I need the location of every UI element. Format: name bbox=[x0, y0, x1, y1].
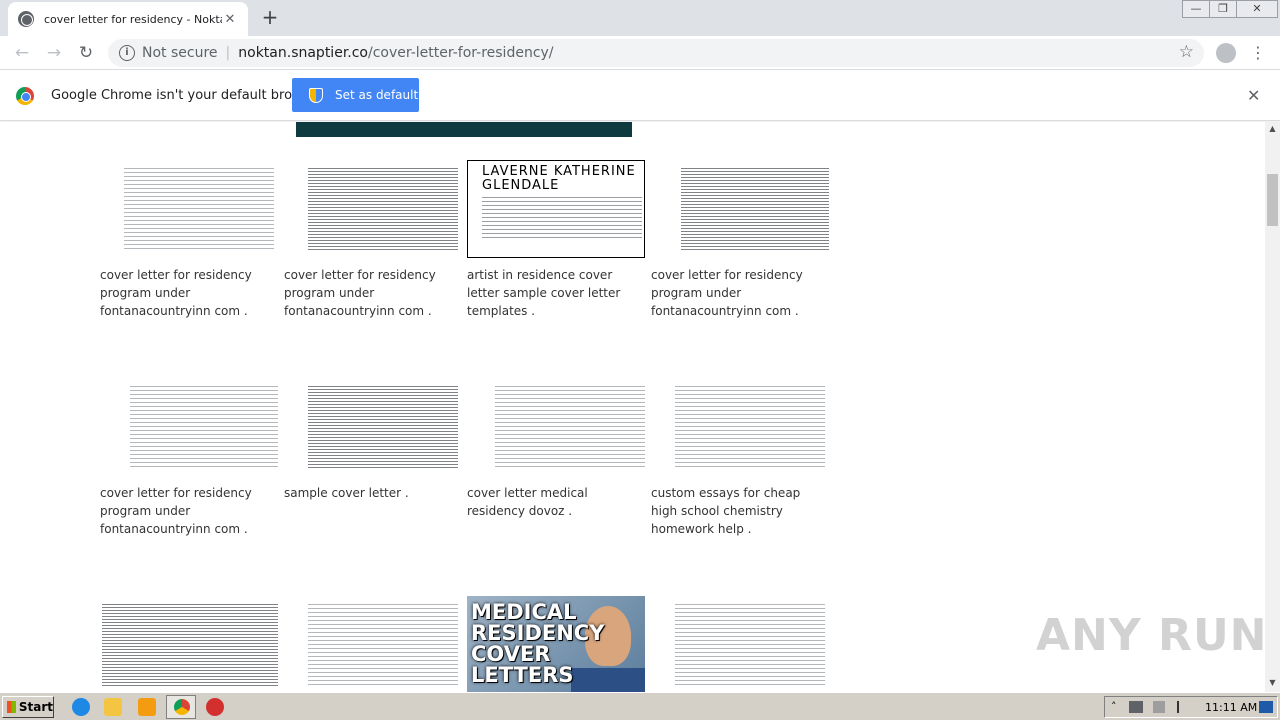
volume-icon[interactable] bbox=[1153, 701, 1165, 713]
gallery-item[interactable]: cover letter for residency program under… bbox=[100, 378, 278, 538]
tab-close-icon[interactable]: ✕ bbox=[222, 12, 238, 27]
gallery-thumbnail[interactable] bbox=[100, 596, 278, 692]
gallery-caption[interactable]: sample cover letter . bbox=[284, 484, 462, 502]
gallery-caption[interactable]: cover letter for residency program under… bbox=[651, 266, 829, 320]
file-explorer-icon[interactable] bbox=[104, 698, 122, 716]
chrome-menu-icon[interactable]: ⋮ bbox=[1250, 42, 1266, 64]
gallery-thumbnail[interactable] bbox=[100, 160, 278, 258]
start-button[interactable]: Start bbox=[2, 696, 54, 718]
security-app-icon[interactable] bbox=[206, 698, 224, 716]
gallery-thumbnail[interactable] bbox=[467, 378, 645, 476]
gallery-item[interactable] bbox=[284, 596, 462, 692]
default-browser-infobar: Google Chrome isn't your default browser… bbox=[0, 71, 1280, 121]
omnibox-divider: | bbox=[225, 45, 231, 61]
start-label: Start bbox=[18, 700, 53, 714]
gallery-item[interactable] bbox=[100, 596, 278, 692]
url-path[interactable]: /cover-letter-for-residency/ bbox=[368, 45, 554, 61]
chrome-icon bbox=[174, 699, 190, 715]
gallery-thumbnail[interactable] bbox=[651, 596, 829, 692]
new-tab-button[interactable]: + bbox=[258, 6, 282, 28]
scroll-down-icon[interactable]: ▼ bbox=[1265, 678, 1280, 690]
gallery-thumbnail[interactable] bbox=[651, 378, 829, 476]
gallery-caption[interactable]: cover letter for residency program under… bbox=[284, 266, 462, 320]
gallery-thumbnail[interactable] bbox=[651, 160, 829, 258]
globe-icon bbox=[18, 11, 34, 27]
info-icon[interactable]: i bbox=[119, 45, 135, 61]
set-as-default-label: Set as default bbox=[335, 88, 419, 102]
gallery-caption[interactable]: custom essays for cheap high school chem… bbox=[651, 484, 829, 538]
gallery-item[interactable]: cover letter for residency program under… bbox=[284, 160, 462, 320]
scroll-up-icon[interactable]: ▲ bbox=[1265, 124, 1280, 136]
gallery-caption[interactable]: artist in residence cover letter sample … bbox=[467, 266, 645, 320]
page-content: cover letter for residency program under… bbox=[0, 122, 1265, 692]
infobar-message: Google Chrome isn't your default browser bbox=[51, 88, 323, 103]
gallery-thumbnail[interactable] bbox=[284, 160, 462, 258]
profile-avatar[interactable] bbox=[1216, 43, 1236, 63]
gallery-item[interactable] bbox=[651, 596, 829, 692]
gallery-caption[interactable]: cover letter medical residency dovoz . bbox=[467, 484, 645, 520]
browser-titlebar: cover letter for residency - Noktan.s ✕ … bbox=[0, 0, 1280, 36]
gallery-caption[interactable]: cover letter for residency program under… bbox=[100, 484, 278, 538]
thumbnail-heading: LAVERNE KATHERINE GLENDALE bbox=[482, 164, 636, 193]
set-as-default-button[interactable]: Set as default bbox=[292, 78, 419, 112]
network-icon[interactable] bbox=[1129, 701, 1143, 713]
gallery-thumbnail[interactable]: LAVERNE KATHERINE GLENDALE bbox=[467, 160, 645, 258]
tray-expand-icon[interactable]: ˄ bbox=[1111, 700, 1117, 713]
gallery-item[interactable]: cover letter medical residency dovoz . bbox=[467, 378, 645, 520]
gallery-thumbnail[interactable] bbox=[100, 378, 278, 476]
forward-button[interactable]: → bbox=[42, 42, 66, 64]
infobar-close-icon[interactable]: ✕ bbox=[1247, 86, 1260, 105]
gallery-item[interactable]: MEDICAL RESIDENCY COVER LETTERS bbox=[467, 596, 645, 692]
gallery-thumbnail[interactable] bbox=[284, 596, 462, 692]
windows-logo-icon bbox=[7, 701, 16, 713]
anyrun-watermark: ANY RUN bbox=[1036, 610, 1268, 661]
browser-tab[interactable]: cover letter for residency - Noktan.s ✕ bbox=[8, 2, 248, 36]
system-clock[interactable]: 11:11 AM bbox=[1205, 701, 1257, 714]
windows-taskbar: Start ˄ 11:11 AM bbox=[0, 692, 1280, 720]
reload-button[interactable]: ↻ bbox=[74, 42, 98, 64]
media-player-icon[interactable] bbox=[138, 698, 156, 716]
scrollbar-thumb[interactable] bbox=[1267, 174, 1278, 226]
page-scrollbar[interactable]: ▲ ▼ bbox=[1265, 122, 1280, 692]
restore-button[interactable]: ❐ bbox=[1209, 0, 1237, 18]
gallery-item[interactable]: LAVERNE KATHERINE GLENDALE artist in res… bbox=[467, 160, 645, 320]
browser-toolbar: ← → ↻ i Not secure | noktan.snaptier.co … bbox=[0, 36, 1280, 70]
close-window-button[interactable]: ✕ bbox=[1236, 0, 1278, 18]
thumbnail-heading: MEDICAL RESIDENCY COVER LETTERS bbox=[471, 600, 605, 687]
security-label[interactable]: Not secure bbox=[142, 45, 218, 61]
gallery-thumbnail[interactable]: MEDICAL RESIDENCY COVER LETTERS bbox=[467, 596, 645, 692]
url-host[interactable]: noktan.snaptier.co bbox=[238, 45, 368, 61]
chrome-taskbar-button[interactable] bbox=[166, 695, 196, 719]
bookmark-star-icon[interactable]: ☆ bbox=[1179, 42, 1194, 62]
chrome-logo-icon bbox=[16, 87, 34, 105]
minimize-button[interactable]: — bbox=[1182, 0, 1210, 18]
internet-explorer-icon[interactable] bbox=[72, 698, 90, 716]
gallery-caption[interactable]: cover letter for residency program under… bbox=[100, 266, 278, 320]
gallery-thumbnail[interactable] bbox=[284, 378, 462, 476]
system-tray: ˄ 11:11 AM bbox=[1104, 696, 1278, 718]
tab-title: cover letter for residency - Noktan.s bbox=[44, 12, 222, 26]
gallery-item[interactable]: cover letter for residency program under… bbox=[651, 160, 829, 320]
address-bar[interactable]: i Not secure | noktan.snaptier.co /cover… bbox=[108, 39, 1204, 67]
gallery-item[interactable]: sample cover letter . bbox=[284, 378, 462, 502]
action-center-flag-icon[interactable] bbox=[1177, 701, 1187, 713]
top-banner-image bbox=[296, 122, 632, 137]
show-desktop-icon[interactable] bbox=[1259, 701, 1273, 713]
gallery-item[interactable]: cover letter for residency program under… bbox=[100, 160, 278, 320]
back-button[interactable]: ← bbox=[10, 42, 34, 64]
gallery-item[interactable]: custom essays for cheap high school chem… bbox=[651, 378, 829, 538]
uac-shield-icon bbox=[309, 87, 323, 103]
